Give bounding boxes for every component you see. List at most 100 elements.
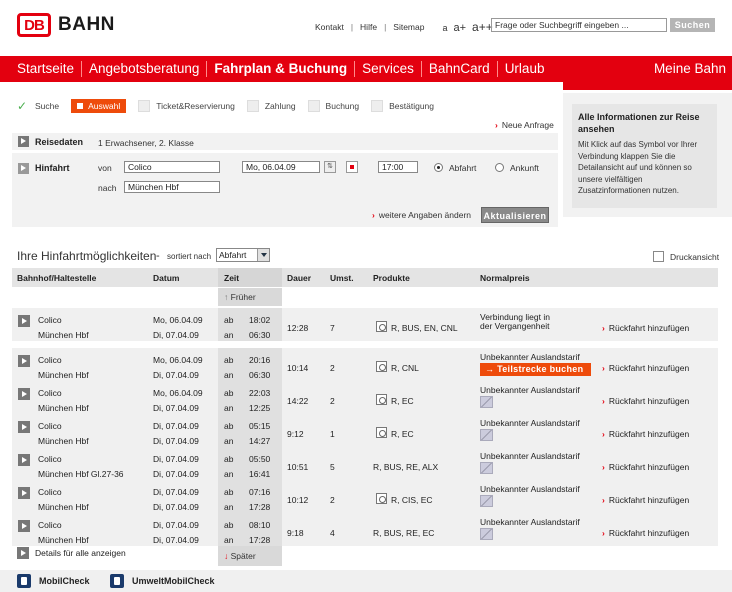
expand-icon xyxy=(17,547,29,559)
link-kontakt[interactable]: Kontakt xyxy=(315,22,344,32)
umweltmobilcheck-link[interactable]: UmweltMobilCheck xyxy=(110,574,215,588)
chevron-down-icon xyxy=(257,249,269,261)
druckansicht-link[interactable]: Druckansicht xyxy=(653,251,719,262)
date-arrival: Di, 07.04.09 xyxy=(153,403,199,413)
an-label: an xyxy=(224,436,234,446)
nav-urlaub[interactable]: Urlaub xyxy=(498,56,552,82)
results-dash: - xyxy=(156,250,160,262)
nav-startseite[interactable]: Startseite xyxy=(0,56,81,82)
mail-icon[interactable] xyxy=(480,528,493,540)
nav-meine-bahn[interactable]: Meine Bahn xyxy=(654,56,726,82)
rueckfahrt-link[interactable]: › Rückfahrt hinzufügen xyxy=(602,323,689,333)
time-departure: 08:10 xyxy=(249,520,271,530)
date-arrival: Di, 07.04.09 xyxy=(153,370,199,380)
arrow-right-icon: › xyxy=(602,429,605,439)
station-to: München Hbf xyxy=(38,330,89,340)
ankunft-label: Ankunft xyxy=(510,163,539,173)
nach-input[interactable]: München Hbf xyxy=(124,181,220,193)
rueckfahrt-link[interactable]: › Rückfahrt hinzufügen xyxy=(602,363,689,373)
station-to: München Hbf xyxy=(38,436,89,446)
teilstrecke-buchen-button[interactable]: → Teilstrecke buchen xyxy=(480,363,591,376)
info-title: Alle Informationen zur Reise ansehen xyxy=(578,112,700,134)
top-links: Kontakt | Hilfe | Sitemap a a+ a++ xyxy=(315,20,493,34)
table-row: Colico München Hbf Di, 07.04.09 Di, 07.04.0… xyxy=(12,513,718,546)
time-arrival: 17:28 xyxy=(249,535,271,545)
booking-steps: ✓ Suche Auswahl Ticket&Reservierung Zahl… xyxy=(17,99,446,113)
rueckfahrt-link[interactable]: › Rückfahrt hinzufügen xyxy=(602,462,689,472)
mail-icon[interactable] xyxy=(480,396,493,408)
expand-icon[interactable] xyxy=(18,388,30,400)
rueckfahrt-label: Rückfahrt hinzufügen xyxy=(608,363,690,373)
time-departure: 05:50 xyxy=(249,454,271,464)
font-size-large[interactable]: a++ xyxy=(472,20,493,34)
ankunft-radio[interactable] xyxy=(495,163,504,172)
db-logo[interactable]: DB BAHN xyxy=(17,13,115,37)
time-input[interactable]: 17:00 xyxy=(378,161,418,173)
expand-icon[interactable] xyxy=(18,355,30,367)
expand-icon[interactable] xyxy=(18,454,30,466)
neue-anfrage-link[interactable]: › Neue Anfrage xyxy=(495,120,554,130)
time-arrival: 17:28 xyxy=(249,502,271,512)
time-departure: 07:16 xyxy=(249,487,271,497)
calendar-icon[interactable] xyxy=(346,161,358,173)
info-box: Alle Informationen zur Reise ansehen Mit… xyxy=(572,104,717,208)
weitere-angaben-link[interactable]: › weitere Angaben ändern xyxy=(372,210,471,220)
magnifier-icon[interactable] xyxy=(376,321,387,332)
frueher-button[interactable]: ↑ Früher xyxy=(218,288,282,306)
search-button[interactable]: Suchen xyxy=(670,18,715,32)
details-alle-link[interactable]: Details für alle anzeigen xyxy=(17,547,126,559)
mail-icon[interactable] xyxy=(480,462,493,474)
magnifier-icon[interactable] xyxy=(376,493,387,504)
mail-icon[interactable] xyxy=(480,495,493,507)
search-input[interactable]: Frage oder Suchbegriff eingeben ... xyxy=(491,18,667,32)
price-text: Unbekannter Auslandstarif xyxy=(480,451,580,461)
link-hilfe[interactable]: Hilfe xyxy=(360,22,377,32)
magnifier-icon[interactable] xyxy=(376,427,387,438)
nav-services[interactable]: Services xyxy=(355,56,421,82)
expand-icon[interactable] xyxy=(18,136,29,147)
link-separator: | xyxy=(350,22,354,32)
von-input[interactable]: Colico xyxy=(124,161,220,173)
rueckfahrt-link[interactable]: › Rückfahrt hinzufügen xyxy=(602,495,689,505)
products: R, BUS, RE, EC xyxy=(373,528,435,538)
date-input[interactable]: Mo, 06.04.09 xyxy=(242,161,320,173)
col-umst: Umst. xyxy=(330,273,354,283)
step-suche[interactable]: ✓ Suche xyxy=(17,100,59,112)
magnifier-icon[interactable] xyxy=(376,361,387,372)
ab-label: ab xyxy=(224,388,234,398)
mail-icon[interactable] xyxy=(480,429,493,441)
active-step-icon xyxy=(77,103,84,109)
date-stepper-icon[interactable]: ⇅ xyxy=(324,161,336,173)
font-size-medium[interactable]: a+ xyxy=(453,22,466,34)
sort-select[interactable]: Abfahrt xyxy=(216,248,270,262)
time-arrival: 06:30 xyxy=(249,370,271,380)
rueckfahrt-link[interactable]: › Rückfahrt hinzufügen xyxy=(602,396,689,406)
spaeter-button[interactable]: ↓ Später xyxy=(218,546,282,566)
main-nav: Startseite Angebotsberatung Fahrplan & B… xyxy=(0,56,732,82)
expand-icon[interactable] xyxy=(18,315,30,327)
expand-icon[interactable] xyxy=(18,421,30,433)
expand-icon[interactable] xyxy=(18,520,30,532)
link-sitemap[interactable]: Sitemap xyxy=(393,22,424,32)
ab-label: ab xyxy=(224,355,234,365)
time-arrival: 14:27 xyxy=(249,436,271,446)
nav-fahrplan-buchung[interactable]: Fahrplan & Buchung xyxy=(207,56,354,82)
transfers: 2 xyxy=(330,396,335,406)
mobilcheck-link[interactable]: MobilCheck xyxy=(17,574,90,588)
neue-anfrage-label: Neue Anfrage xyxy=(501,120,554,130)
abfahrt-radio[interactable] xyxy=(434,163,443,172)
price-text: Unbekannter Auslandstarif xyxy=(480,517,580,527)
rueckfahrt-link[interactable]: › Rückfahrt hinzufügen xyxy=(602,528,689,538)
rueckfahrt-label: Rückfahrt hinzufügen xyxy=(608,323,690,333)
expand-icon[interactable] xyxy=(18,487,30,499)
aktualisieren-button[interactable]: Aktualisieren xyxy=(481,207,549,223)
nav-angebotsberatung[interactable]: Angebotsberatung xyxy=(82,56,206,82)
an-label: an xyxy=(224,403,234,413)
step-label: Bestätigung xyxy=(389,101,435,111)
font-size-switcher: a a+ a++ xyxy=(442,20,492,34)
arrow-right-icon: › xyxy=(602,462,605,472)
nav-bahncard[interactable]: BahnCard xyxy=(422,56,497,82)
font-size-small[interactable]: a xyxy=(442,23,447,33)
magnifier-icon[interactable] xyxy=(376,394,387,405)
rueckfahrt-link[interactable]: › Rückfahrt hinzufügen xyxy=(602,429,689,439)
